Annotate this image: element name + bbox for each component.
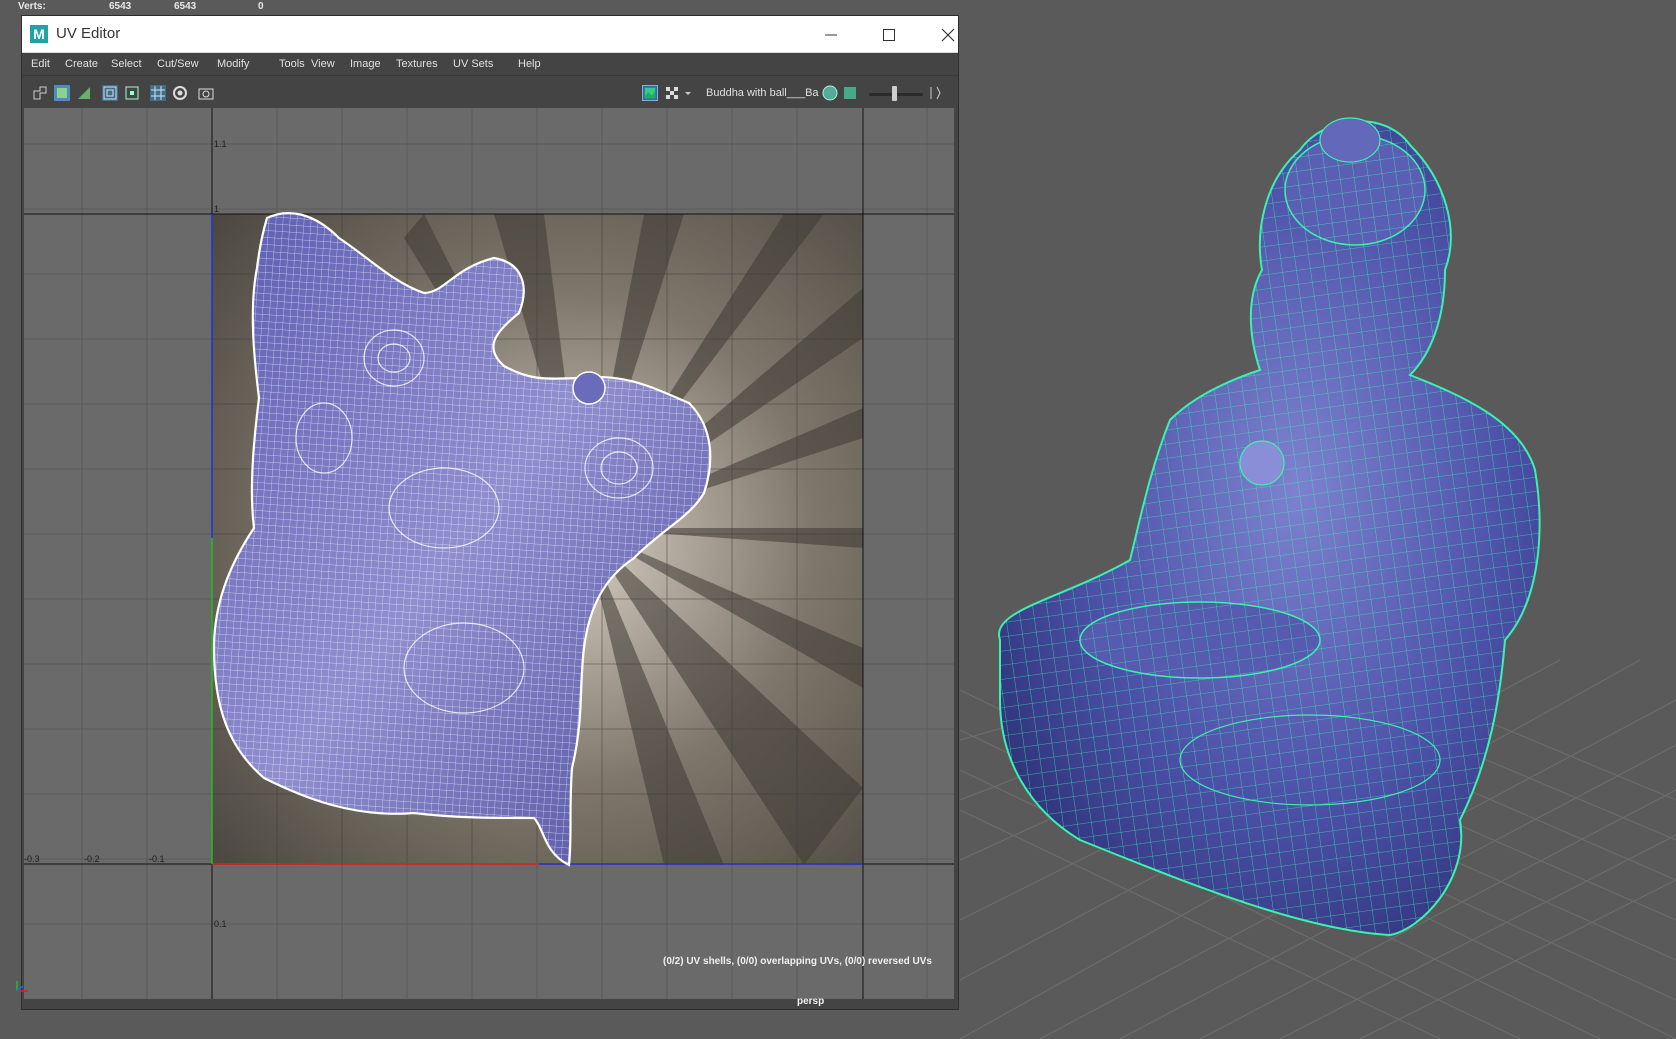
uv-distort-icon[interactable]: [76, 85, 92, 101]
grid-frame-icon[interactable]: [102, 85, 118, 101]
snapshot-icon[interactable]: [172, 85, 188, 101]
window-title: UV Editor: [56, 25, 121, 42]
uv-editor-menubar: Edit Create Select Cut/Sew Modify Tools …: [22, 53, 958, 75]
menu-tools[interactable]: Tools: [279, 58, 305, 70]
ruler-label-v-neg-0-1: 0.1: [214, 919, 227, 929]
ruler-label-v-1: 1: [214, 204, 219, 214]
menu-help[interactable]: Help: [518, 58, 541, 70]
exposure-slider-handle[interactable]: [892, 86, 897, 101]
verts-value-2: 6543: [174, 1, 197, 12]
close-button[interactable]: [925, 16, 971, 52]
menu-edit[interactable]: Edit: [31, 58, 50, 70]
uv-editor-window[interactable]: M UV Editor Edit Create Select Cut/Sew M…: [22, 16, 958, 1009]
frame-selected-icon[interactable]: [124, 85, 140, 101]
axis-gizmo-icon: [16, 981, 28, 992]
chevron-down-icon[interactable]: [684, 85, 692, 101]
maximize-icon: [883, 29, 895, 42]
image-icon[interactable]: [642, 85, 658, 101]
image-display-icon[interactable]: [842, 85, 858, 101]
menu-create[interactable]: Create: [65, 58, 98, 70]
uv-select-icon[interactable]: [54, 85, 70, 101]
menu-view[interactable]: View: [311, 58, 335, 70]
uv-canvas[interactable]: 1.1 1 0.1 -0.3 -0.2 -0.1: [24, 108, 954, 999]
buddha-model[interactable]: [998, 117, 1541, 937]
verts-value-1: 6543: [109, 1, 132, 12]
maya-logo-icon: M: [30, 25, 48, 43]
camera-icon[interactable]: [198, 85, 214, 101]
ruler-label-v-1-1: 1.1: [214, 139, 227, 149]
rgb-channels-icon[interactable]: [822, 85, 838, 101]
menu-modify[interactable]: Modify: [217, 58, 249, 70]
uv-shell-icon[interactable]: [32, 85, 48, 101]
uv-editor-toolbar: Buddha with ball___Ba: [22, 75, 958, 110]
uv-status-text: (0/2) UV shells, (0/0) overlapping UVs, …: [663, 956, 932, 967]
verts-value-3: 0: [258, 1, 264, 12]
menu-textures[interactable]: Textures: [396, 58, 438, 70]
minimize-button[interactable]: [808, 16, 854, 52]
texture-name[interactable]: Buddha with ball___Ba: [706, 87, 822, 99]
ruler-label-u-neg-0-3: -0.3: [24, 854, 40, 864]
toolbar-expand-icon[interactable]: [928, 85, 942, 101]
uv-editor-titlebar[interactable]: M UV Editor: [22, 16, 958, 53]
ruler-label-u-neg-0-1: -0.1: [149, 854, 165, 864]
camera-label: persp: [797, 996, 825, 1007]
maximize-button[interactable]: [866, 16, 912, 52]
ruler-label-u-neg-0-2: -0.2: [84, 854, 100, 864]
checker-icon[interactable]: [664, 85, 680, 101]
close-icon: [941, 28, 955, 42]
menu-image[interactable]: Image: [350, 58, 381, 70]
grid-toggle-icon[interactable]: [150, 85, 166, 101]
verts-label: Verts:: [18, 1, 46, 12]
menu-select[interactable]: Select: [111, 58, 142, 70]
menu-cut-sew[interactable]: Cut/Sew: [157, 58, 199, 70]
menu-uv-sets[interactable]: UV Sets: [453, 58, 493, 70]
minimize-icon: [825, 34, 837, 36]
